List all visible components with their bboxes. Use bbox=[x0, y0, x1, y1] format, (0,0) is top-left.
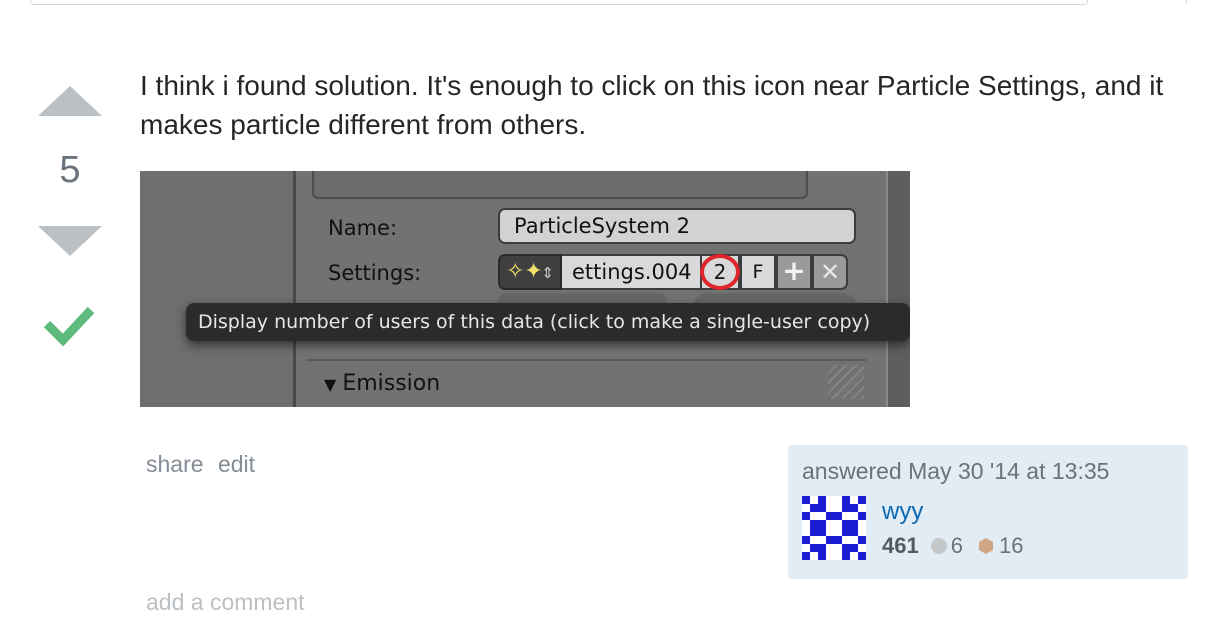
particle-list-box bbox=[312, 171, 808, 199]
answered-timestamp: answered May 30 '14 at 13:35 bbox=[802, 458, 1110, 484]
sidebar-divider bbox=[1186, 0, 1187, 4]
settings-label: Settings: bbox=[328, 261, 422, 285]
post-menu: share edit bbox=[146, 451, 263, 478]
updown-arrows-icon: ⇕ bbox=[541, 264, 554, 282]
reputation-score: 461 bbox=[882, 533, 919, 558]
close-icon: ✕ bbox=[812, 254, 848, 290]
settings-name-field: ettings.004 bbox=[562, 254, 700, 290]
user-name-link[interactable]: wyy bbox=[882, 498, 923, 526]
bronze-badge-count: 16 bbox=[998, 533, 1024, 558]
settings-datablock-row: ✧✦ ⇕ ettings.004 2 F + ✕ bbox=[498, 254, 860, 290]
silver-badge-icon bbox=[930, 538, 947, 554]
name-label: Name: bbox=[328, 216, 398, 240]
vote-up-arrow-icon[interactable] bbox=[38, 86, 102, 116]
panel-scrollbar bbox=[886, 171, 910, 407]
viewport-area bbox=[140, 171, 294, 407]
sparkle-icon: ✧✦ ⇕ bbox=[498, 254, 562, 290]
share-link[interactable]: share bbox=[146, 451, 204, 477]
resize-grip-icon bbox=[828, 365, 864, 399]
plus-icon: + bbox=[776, 254, 812, 290]
name-field: ParticleSystem 2 bbox=[498, 208, 856, 244]
emission-panel-header: ▼ Emission bbox=[324, 371, 440, 396]
answer-body: I think i found solution. It's enough to… bbox=[140, 70, 1164, 140]
tooltip: Display number of users of this data (cl… bbox=[186, 303, 910, 341]
user-card: answered May 30 '14 at 13:35 wyy 461 6 16 bbox=[788, 445, 1188, 579]
vote-count: 5 bbox=[59, 149, 81, 191]
vote-down-arrow-icon[interactable] bbox=[38, 226, 102, 256]
bronze-badge-icon bbox=[978, 538, 993, 554]
user-stats: 461 6 16 bbox=[882, 533, 1023, 559]
triangle-down-icon: ▼ bbox=[324, 375, 337, 394]
panel-separator bbox=[306, 359, 866, 361]
highlight-ring bbox=[700, 254, 740, 290]
emission-title: Emission bbox=[342, 371, 441, 396]
silver-badge-count: 6 bbox=[950, 533, 963, 558]
blender-screenshot: Name: ParticleSystem 2 Settings: ✧✦ ⇕ ett… bbox=[140, 171, 910, 407]
avatar-identicon[interactable] bbox=[802, 496, 866, 560]
edit-link[interactable]: edit bbox=[218, 451, 255, 477]
accepted-checkmark-icon[interactable] bbox=[44, 298, 94, 348]
fake-user-button: F bbox=[740, 254, 776, 290]
add-comment-link[interactable]: add a comment bbox=[146, 589, 305, 616]
previous-post-divider bbox=[30, 0, 1088, 5]
